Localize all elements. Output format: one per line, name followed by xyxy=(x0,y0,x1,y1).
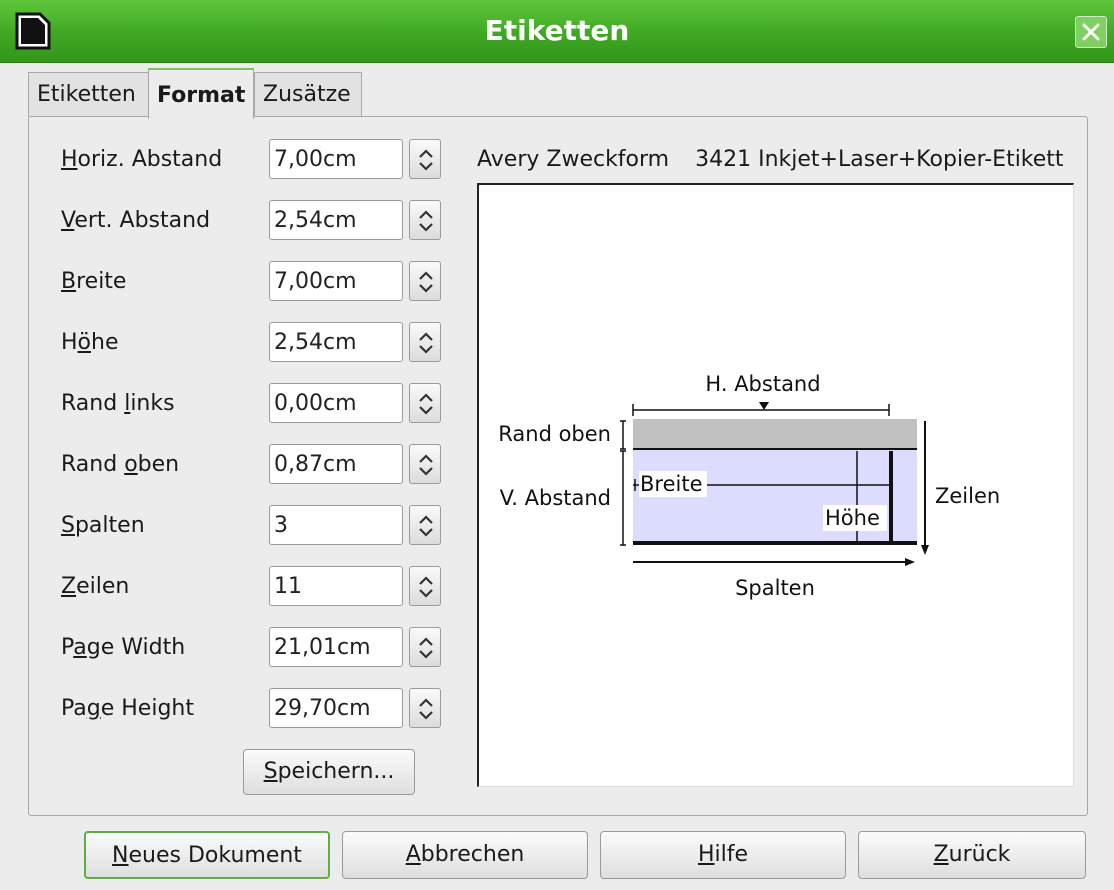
save-button-label: peichern... xyxy=(277,759,395,784)
up-down-arrows-icon xyxy=(419,271,433,293)
etiketten-dialog: Etiketten Etiketten Format Zusätze Horiz… xyxy=(0,0,1114,890)
horiz-abstand-stepper[interactable] xyxy=(409,139,441,179)
preview-h-abstand: H. Abstand xyxy=(705,372,820,396)
up-down-arrows-icon xyxy=(419,393,433,415)
label-brand: Avery Zweckform xyxy=(477,147,670,172)
up-down-arrows-icon xyxy=(419,454,433,476)
cancel-label: bbrechen xyxy=(420,842,525,867)
field-label-vert-abstand: Vert. Abstand xyxy=(61,208,211,233)
back-button[interactable]: Zurück xyxy=(858,831,1086,879)
horiz-abstand-input[interactable] xyxy=(269,139,403,179)
help-button[interactable]: Hilfe xyxy=(600,831,846,879)
back-mnemonic: Z xyxy=(933,842,949,867)
up-down-arrows-icon xyxy=(419,515,433,537)
format-panel: Horiz. Abstand Vert. Abstand Breite Höhe Ran… xyxy=(28,116,1088,816)
breite-input[interactable] xyxy=(269,261,403,301)
rand-oben-input[interactable] xyxy=(269,444,403,484)
label-diagram: H. Abstand Rand oben V. Abstand Breite H… xyxy=(498,372,1000,600)
spalten-input[interactable] xyxy=(269,505,403,545)
help-label: ilfe xyxy=(714,842,749,867)
title-bar: Etiketten xyxy=(0,0,1114,63)
spin-field-hoehe xyxy=(269,322,444,364)
vert-abstand-input[interactable] xyxy=(269,200,403,240)
new-document-mnemonic: N xyxy=(112,843,129,868)
spin-field-zeilen xyxy=(269,566,444,608)
spin-field-vert-abstand xyxy=(269,200,444,242)
page-width-input[interactable] xyxy=(269,627,403,667)
spin-field-horiz-abstand xyxy=(269,139,444,181)
up-down-arrows-icon xyxy=(419,576,433,598)
preview-rand-oben: Rand oben xyxy=(498,422,611,446)
hoehe-stepper[interactable] xyxy=(409,322,441,362)
hoehe-input[interactable] xyxy=(269,322,403,362)
up-down-arrows-icon xyxy=(419,332,433,354)
save-button[interactable]: Speichern... xyxy=(243,749,415,795)
rand-links-stepper[interactable] xyxy=(409,383,441,423)
up-down-arrows-icon xyxy=(419,210,433,232)
new-document-button[interactable]: Neues Dokument xyxy=(84,831,330,879)
label-type-info: Avery Zweckform 3421 Inkjet+Laser+Kopier-… xyxy=(477,147,1064,172)
close-icon xyxy=(1082,23,1100,41)
label-product: 3421 Inkjet+Laser+Kopier-Etikett xyxy=(695,147,1064,172)
spin-field-breite xyxy=(269,261,444,303)
spin-field-spalten xyxy=(269,505,444,547)
page-height-stepper[interactable] xyxy=(409,688,441,728)
up-down-arrows-icon xyxy=(419,637,433,659)
field-label-rand-oben: Rand oben xyxy=(61,452,180,477)
spin-field-page-height xyxy=(269,688,444,730)
field-label-zeilen: Zeilen xyxy=(61,574,130,599)
new-document-label: eues Dokument xyxy=(128,843,302,868)
field-label-hoehe: Höhe xyxy=(61,330,119,355)
close-button[interactable] xyxy=(1075,16,1107,48)
cancel-button[interactable]: Abbrechen xyxy=(342,831,588,879)
breite-stepper[interactable] xyxy=(409,261,441,301)
rand-links-input[interactable] xyxy=(269,383,403,423)
vert-abstand-stepper[interactable] xyxy=(409,200,441,240)
zeilen-stepper[interactable] xyxy=(409,566,441,606)
cancel-mnemonic: A xyxy=(405,842,421,867)
preview-zeilen: Zeilen xyxy=(935,484,1000,508)
up-down-arrows-icon xyxy=(419,698,433,720)
spin-field-rand-oben xyxy=(269,444,444,486)
back-label: urück xyxy=(948,842,1011,867)
top-margin-area xyxy=(633,419,917,449)
page-width-stepper[interactable] xyxy=(409,627,441,667)
field-label-rand-links: Rand links xyxy=(61,391,175,416)
preview-hoehe: Höhe xyxy=(825,506,880,530)
up-down-arrows-icon xyxy=(419,149,433,171)
tab-format[interactable]: Format xyxy=(148,68,254,119)
field-label-spalten: Spalten xyxy=(61,513,145,538)
preview-spalten: Spalten xyxy=(735,576,815,600)
field-label-page-height: Page Height xyxy=(61,696,194,721)
window-title: Etiketten xyxy=(484,14,630,47)
zeilen-input[interactable] xyxy=(269,566,403,606)
rand-oben-stepper[interactable] xyxy=(409,444,441,484)
tab-zusaetze[interactable]: Zusätze xyxy=(254,72,362,117)
tab-etiketten[interactable]: Etiketten xyxy=(28,72,150,117)
label-preview: H. Abstand Rand oben V. Abstand Breite H… xyxy=(477,183,1074,787)
field-label-page-width: Page Width xyxy=(61,635,186,660)
spin-field-rand-links xyxy=(269,383,444,425)
spalten-stepper[interactable] xyxy=(409,505,441,545)
field-label-breite: Breite xyxy=(61,269,127,294)
page-height-input[interactable] xyxy=(269,688,403,728)
spin-field-page-width xyxy=(269,627,444,669)
preview-v-abstand: V. Abstand xyxy=(500,486,611,510)
save-button-mnemonic: S xyxy=(263,759,278,784)
help-mnemonic: H xyxy=(697,842,715,867)
preview-breite: Breite xyxy=(640,472,703,496)
field-label-horiz-abstand: Horiz. Abstand xyxy=(61,147,223,172)
